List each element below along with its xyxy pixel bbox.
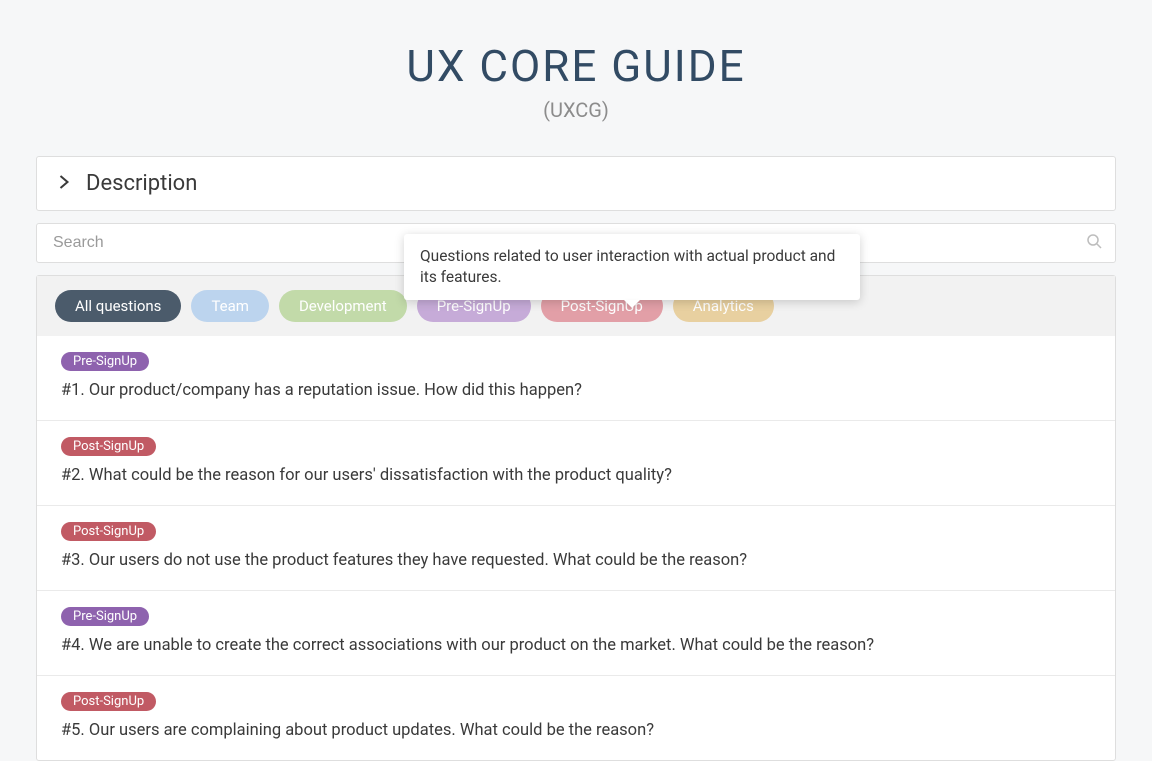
question-text: #5. Our users are complaining about prod… — [61, 721, 1091, 740]
questions-panel: All questions Team Development Pre-SignU… — [36, 275, 1116, 761]
page-subtitle: (UXCG) — [36, 98, 1116, 122]
question-text: #1. Our product/company has a reputation… — [61, 381, 1091, 400]
question-list: Pre-SignUp #1. Our product/company has a … — [37, 336, 1115, 760]
filter-all-questions[interactable]: All questions — [55, 290, 181, 322]
question-badge: Pre-SignUp — [61, 352, 149, 371]
description-label: Description — [86, 171, 197, 196]
filter-development[interactable]: Development — [279, 290, 407, 322]
question-item[interactable]: Post-SignUp #2. What could be the reason … — [37, 420, 1115, 505]
question-badge: Post-SignUp — [61, 437, 156, 456]
filter-team[interactable]: Team — [191, 290, 269, 322]
question-badge: Post-SignUp — [61, 692, 156, 711]
question-badge: Post-SignUp — [61, 522, 156, 541]
description-accordion[interactable]: Description — [36, 156, 1116, 211]
question-badge: Pre-SignUp — [61, 607, 149, 626]
chevron-right-icon — [59, 175, 70, 193]
question-item[interactable]: Pre-SignUp #4. We are unable to create th… — [37, 590, 1115, 675]
question-text: #2. What could be the reason for our use… — [61, 466, 1091, 485]
filter-tooltip: Questions related to user interaction wi… — [404, 234, 860, 300]
question-text: #3. Our users do not use the product fea… — [61, 551, 1091, 570]
question-text: #4. We are unable to create the correct … — [61, 636, 1091, 655]
question-item[interactable]: Post-SignUp #5. Our users are complaining… — [37, 675, 1115, 760]
page-title: UX CORE GUIDE — [36, 40, 1116, 92]
question-item[interactable]: Pre-SignUp #1. Our product/company has a … — [37, 336, 1115, 420]
question-item[interactable]: Post-SignUp #3. Our users do not use the … — [37, 505, 1115, 590]
